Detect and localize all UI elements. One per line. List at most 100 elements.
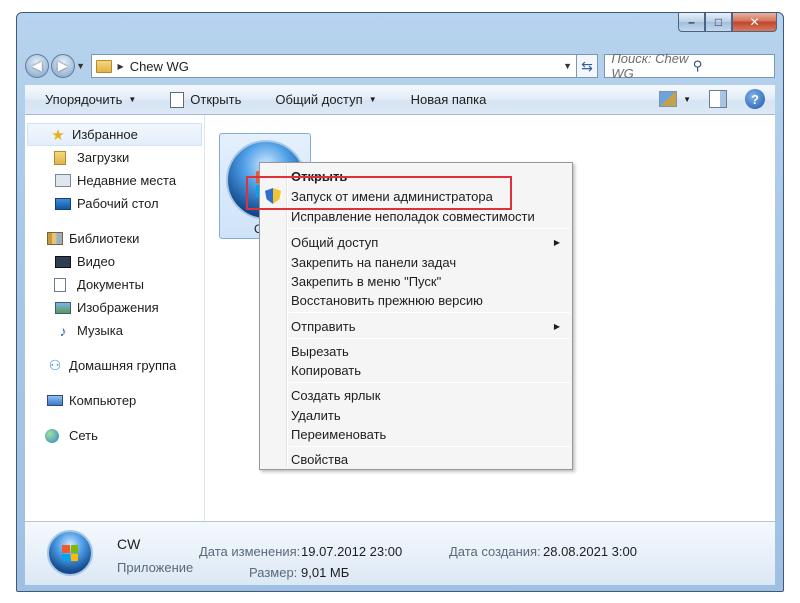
open-label: Открыть (190, 92, 242, 107)
back-icon: ◀ (31, 58, 42, 73)
share-button[interactable]: Общий доступ ▼ (275, 92, 376, 107)
search-icon[interactable]: ⚲ (693, 58, 774, 74)
created-value: 28.08.2021 3:00 (543, 544, 637, 559)
menu-restore[interactable]: Восстановить прежнюю версию (291, 290, 560, 310)
menu-properties[interactable]: Свойства (291, 449, 560, 469)
menu-separator (289, 338, 570, 339)
address-row: ◀ ▶ ▼ ▶ Chew WG ▼ ⇆ Поиск: Chew WG ⚲ (25, 51, 775, 81)
nav-images[interactable]: Изображения (25, 296, 204, 319)
organize-button[interactable]: Упорядочить ▼ (45, 92, 136, 107)
windows-flag-icon (62, 545, 78, 561)
help-icon[interactable]: ? (745, 89, 765, 109)
libraries-icon (47, 232, 63, 245)
nav-video-label: Видео (77, 254, 115, 269)
nav-recent[interactable]: Недавние места (25, 169, 204, 192)
folder-icon (95, 59, 112, 73)
recent-places-icon (55, 174, 71, 187)
menu-separator (289, 446, 570, 447)
details-pane: CW Приложение Дата изменения: 19.07.2012… (25, 521, 775, 585)
breadcrumb-arrow-icon[interactable]: ▶ (118, 62, 124, 71)
menu-troubleshoot-label: Исправление неполадок совместимости (291, 208, 535, 224)
address-dropdown-icon[interactable]: ▼ (560, 61, 576, 71)
nav-desktop[interactable]: Рабочий стол (25, 192, 204, 215)
menu-delete-label: Удалить (291, 407, 341, 423)
nav-documents[interactable]: Документы (25, 273, 204, 296)
downloads-folder-icon (54, 150, 66, 165)
desktop-icon (55, 197, 71, 210)
menu-share-label: Общий доступ (291, 234, 379, 250)
menu-cut[interactable]: Вырезать (291, 341, 560, 361)
refresh-icon: ⇆ (581, 57, 593, 74)
nav-homegroup-label: Домашняя группа (69, 358, 177, 373)
size-value: 9,01 МБ (301, 565, 350, 580)
close-button[interactable]: ✕ (732, 13, 777, 32)
toolbar-right: ▼ ? (659, 89, 765, 109)
menu-create-shortcut-label: Создать ярлык (291, 387, 381, 403)
nav-computer[interactable]: Компьютер (25, 389, 204, 412)
details-file-type: Приложение (117, 560, 194, 575)
back-button[interactable]: ◀ (25, 54, 49, 78)
chevron-down-icon: ▼ (128, 95, 137, 104)
forward-button[interactable]: ▶ (50, 54, 75, 78)
chevron-down-icon: ▼ (368, 95, 377, 104)
menu-share[interactable]: Общий доступ ▶ (291, 232, 560, 252)
menu-pin-taskbar[interactable]: Закрепить на панели задач (291, 252, 560, 272)
menu-separator (289, 382, 570, 383)
nav-computer-label: Компьютер (69, 393, 137, 408)
computer-icon (47, 395, 63, 406)
open-icon (170, 91, 185, 108)
nav-images-label: Изображения (77, 300, 159, 315)
images-icon (55, 301, 71, 314)
minimize-button[interactable]: – (678, 13, 705, 32)
nav-libraries[interactable]: Библиотеки (25, 227, 204, 250)
modified-value: 19.07.2012 23:00 (301, 544, 403, 559)
nav-homegroup[interactable]: ⚇ Домашняя группа (25, 354, 204, 377)
menu-rename[interactable]: Переименовать (291, 424, 560, 444)
recent-pages-dropdown[interactable]: ▼ (75, 61, 87, 71)
nav-network-label: Сеть (69, 428, 98, 443)
menu-cut-label: Вырезать (291, 343, 349, 359)
nav-libraries-label: Библиотеки (69, 231, 140, 246)
menu-pin-start-label: Закрепить в меню "Пуск" (291, 273, 442, 289)
nav-music[interactable]: ♪ Музыка (25, 319, 204, 342)
change-view-icon[interactable] (659, 91, 678, 107)
nav-desktop-label: Рабочий стол (77, 196, 159, 211)
details-file-name: CW (117, 536, 141, 552)
nav-network[interactable]: Сеть (25, 424, 204, 447)
preview-pane-icon[interactable] (709, 90, 727, 108)
forward-icon: ▶ (57, 58, 68, 73)
breadcrumb-path[interactable]: Chew WG (130, 59, 560, 74)
maximize-button[interactable]: □ (705, 13, 732, 32)
view-options-dropdown[interactable]: ▼ (683, 95, 691, 104)
menu-separator (289, 312, 570, 313)
menu-pin-start[interactable]: Закрепить в меню "Пуск" (291, 271, 560, 291)
star-icon: ★ (51, 126, 65, 144)
refresh-button[interactable]: ⇆ (576, 54, 599, 78)
menu-delete[interactable]: Удалить (291, 405, 560, 425)
menu-create-shortcut[interactable]: Создать ярлык (291, 385, 560, 405)
music-icon: ♪ (59, 322, 67, 339)
size-label: Размер: (249, 565, 298, 580)
menu-send-to[interactable]: Отправить ▶ (291, 316, 560, 336)
nav-recent-label: Недавние места (77, 173, 177, 188)
created-label: Дата создания: (449, 544, 541, 559)
documents-icon (54, 277, 66, 292)
menu-rename-label: Переименовать (291, 426, 387, 442)
menu-pin-taskbar-label: Закрепить на панели задач (291, 254, 457, 270)
nav-favorites[interactable]: ★ Избранное (27, 123, 202, 146)
menu-copy[interactable]: Копировать (291, 360, 560, 380)
nav-downloads[interactable]: Загрузки (25, 146, 204, 169)
nav-video[interactable]: Видео (25, 250, 204, 273)
video-icon (55, 255, 71, 268)
menu-send-to-label: Отправить (291, 318, 356, 334)
search-input[interactable]: Поиск: Chew WG ⚲ (604, 51, 775, 81)
open-button[interactable]: Открыть (170, 91, 242, 108)
address-bar[interactable]: ▶ Chew WG ▼ (90, 54, 577, 78)
nav-favorites-label: Избранное (72, 127, 138, 142)
nav-documents-label: Документы (77, 277, 145, 292)
submenu-arrow-icon: ▶ (553, 321, 560, 331)
menu-copy-label: Копировать (291, 362, 361, 378)
new-folder-button[interactable]: Новая папка (411, 92, 487, 107)
new-folder-label: Новая папка (410, 92, 487, 107)
command-bar: Упорядочить ▼ Открыть Общий доступ ▼ Нов… (25, 85, 775, 115)
